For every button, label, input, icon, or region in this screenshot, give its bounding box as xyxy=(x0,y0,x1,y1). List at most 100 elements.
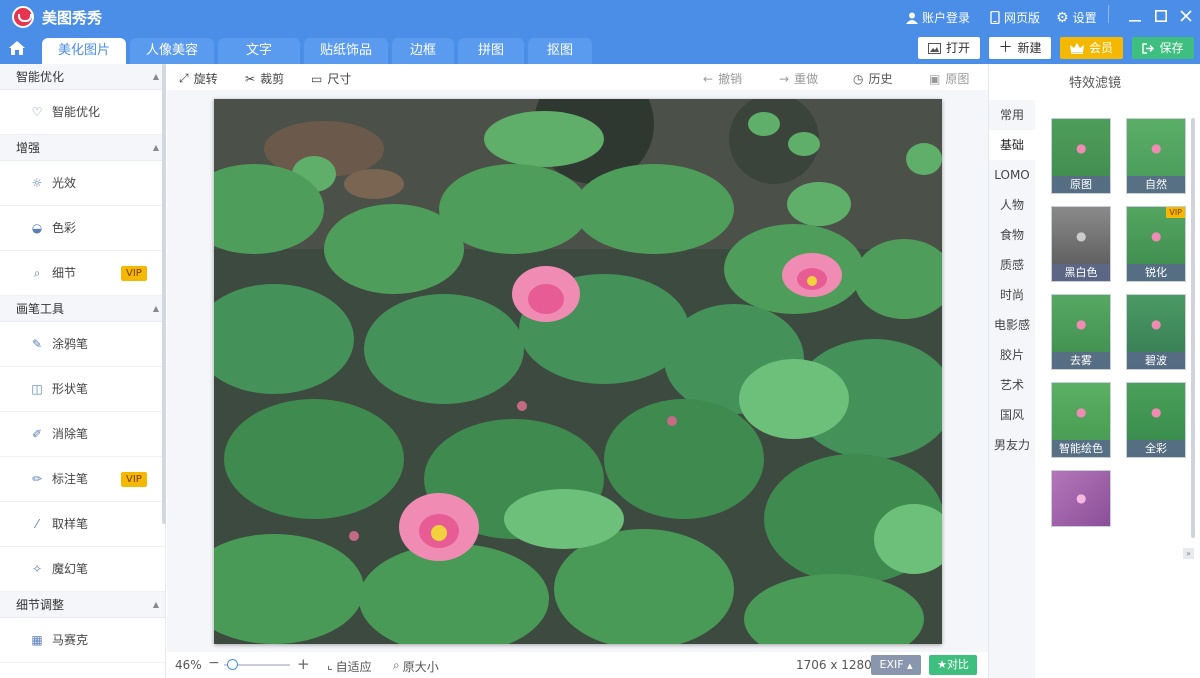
filter-category[interactable]: 人物 xyxy=(989,190,1035,220)
filter-thumb[interactable]: ● 碧波 xyxy=(1126,294,1186,370)
tab-collage[interactable]: 拼图 xyxy=(458,38,524,64)
sidebar-item-mosaic[interactable]: ▦ 马赛克 xyxy=(0,618,165,663)
compare-label: 对比 xyxy=(946,658,969,671)
minimize-button[interactable] xyxy=(1124,6,1146,28)
actual-size-label: 原大小 xyxy=(402,660,439,674)
filter-thumb[interactable]: ● 自然 xyxy=(1126,118,1186,194)
filter-category[interactable]: LOMO xyxy=(989,160,1035,190)
exif-button[interactable]: EXIF ▲ xyxy=(871,655,921,675)
item-label: 消除笔 xyxy=(52,426,89,441)
maximize-button[interactable] xyxy=(1150,6,1172,28)
history-button[interactable]: ◷ 历史 xyxy=(853,70,893,87)
collapse-icon[interactable]: ▲ xyxy=(153,592,159,618)
sidebar-item-detail[interactable]: ⌕ 细节 VIP xyxy=(0,251,165,296)
filter-thumb[interactable]: ● 全彩 xyxy=(1126,382,1186,458)
filter-category[interactable]: 质感 xyxy=(989,250,1035,280)
zoom-slider-handle[interactable] xyxy=(227,659,238,670)
title-bar: 美图秀秀 账户登录 网页版 ⚙ 设置 xyxy=(0,0,1200,34)
section-enhance[interactable]: 增强 ▲ xyxy=(0,135,165,161)
item-label: 细节 xyxy=(52,265,77,280)
close-button[interactable] xyxy=(1175,6,1197,28)
image-icon xyxy=(927,42,941,54)
eraser-icon: ✐ xyxy=(31,427,43,441)
filter-category[interactable]: 艺术 xyxy=(989,370,1035,400)
tab-portrait[interactable]: 人像美容 xyxy=(130,38,214,64)
filter-label: 智能绘色 xyxy=(1052,440,1110,457)
sidebar-item-light[interactable]: ☼ 光效 xyxy=(0,161,165,206)
new-button[interactable]: ＋ 新建 xyxy=(989,37,1051,59)
zoom-in-button[interactable]: + xyxy=(297,655,310,673)
filter-category[interactable]: 胶片 xyxy=(989,340,1035,370)
edit-toolbar: ⤢ 旋转 ✂ 裁剪 ▭ 尺寸 ← 撤销 → 重做 ◷ 历史 ▣ 原图 xyxy=(167,64,988,90)
left-sidebar: 智能优化 ▲ ♡ 智能优化 增强 ▲ ☼ 光效 ◒ 色彩 ⌕ 细节 VIP 画笔工具 ▲ ✎ 涂鸦… xyxy=(0,64,166,678)
sidebar-item-sampler[interactable]: ⁄ 取样笔 xyxy=(0,502,165,547)
tab-stickers[interactable]: 贴纸饰品 xyxy=(304,38,388,64)
sidebar-item-scribble[interactable]: ✎ 涂鸦笔 xyxy=(0,322,165,367)
fit-button[interactable]: ⌞ 自适应 xyxy=(327,658,372,675)
original-button[interactable]: ▣ 原图 xyxy=(929,70,969,87)
filter-label: 全彩 xyxy=(1127,440,1185,457)
undo-icon: ← xyxy=(703,71,714,86)
tab-frames[interactable]: 边框 xyxy=(392,38,454,64)
filter-category[interactable]: 电影感 xyxy=(989,310,1035,340)
size-button[interactable]: ▭ 尺寸 xyxy=(311,70,351,87)
filter-thumb[interactable]: ● 去雾 xyxy=(1051,294,1111,370)
filter-category[interactable]: 常用 xyxy=(989,100,1035,130)
rotate-label: 旋转 xyxy=(193,72,218,86)
filter-thumb[interactable]: ● 黑白色 xyxy=(1051,206,1111,282)
undo-label: 撤销 xyxy=(718,72,743,86)
section-detail-adjust[interactable]: 细节调整 ▲ xyxy=(0,592,165,618)
filter-category[interactable]: 男友力 xyxy=(989,430,1035,460)
collapse-icon[interactable]: ▲ xyxy=(153,135,159,161)
rotate-button[interactable]: ⤢ 旋转 xyxy=(179,70,218,87)
sidebar-item-smart-optimize[interactable]: ♡ 智能优化 xyxy=(0,90,165,135)
tab-text[interactable]: 文字 xyxy=(218,38,300,64)
save-button[interactable]: 保存 xyxy=(1132,37,1194,59)
image-icon: ▣ xyxy=(929,71,941,86)
settings-link[interactable]: ⚙ 设置 xyxy=(1056,9,1097,26)
item-label: 魔幻笔 xyxy=(52,561,89,576)
collapse-icon[interactable]: » xyxy=(1183,548,1194,559)
open-button[interactable]: 打开 xyxy=(918,37,980,59)
filter-category[interactable]: 时尚 xyxy=(989,280,1035,310)
web-version-link[interactable]: 网页版 xyxy=(990,9,1040,26)
sidebar-item-annotate[interactable]: ✏ 标注笔 VIP xyxy=(0,457,165,502)
filter-thumb[interactable]: ● xyxy=(1051,470,1111,527)
filter-category[interactable]: 食物 xyxy=(989,220,1035,250)
filter-thumb[interactable]: ● 原图 xyxy=(1051,118,1111,194)
filter-category[interactable]: 国风 xyxy=(989,400,1035,430)
login-link[interactable]: 账户登录 xyxy=(906,9,970,26)
filter-thumb[interactable]: ● VIP 锐化 xyxy=(1126,206,1186,282)
filters-scrollbar[interactable] xyxy=(1191,118,1195,538)
collapse-icon[interactable]: ▲ xyxy=(153,64,159,90)
section-title: 智能优化 xyxy=(16,70,65,84)
vip-button[interactable]: 会员 xyxy=(1060,37,1123,59)
home-icon[interactable] xyxy=(8,40,28,58)
sidebar-item-eraser[interactable]: ✐ 消除笔 xyxy=(0,412,165,457)
caret-up-icon: ▲ xyxy=(907,662,913,670)
tab-beautify[interactable]: 美化图片 xyxy=(42,38,126,64)
zoom-out-button[interactable]: − xyxy=(208,655,220,671)
section-smart-optimize[interactable]: 智能优化 ▲ xyxy=(0,64,165,90)
vip-badge: VIP xyxy=(121,472,147,487)
filter-thumb[interactable]: ● 智能绘色 xyxy=(1051,382,1111,458)
scribble-icon: ✎ xyxy=(31,337,43,351)
magnifier-icon: ⌕ xyxy=(33,266,41,280)
collapse-icon[interactable]: ▲ xyxy=(153,296,159,322)
app-logo-icon xyxy=(12,6,34,28)
actual-size-button[interactable]: ⌕ 原大小 xyxy=(393,658,439,675)
undo-button[interactable]: ← 撤销 xyxy=(703,70,742,87)
tab-cutout[interactable]: 抠图 xyxy=(528,38,592,64)
new-label: 新建 xyxy=(1017,41,1042,55)
sidebar-item-shape[interactable]: ◫ 形状笔 xyxy=(0,367,165,412)
redo-button[interactable]: → 重做 xyxy=(779,70,818,87)
sun-icon: ☼ xyxy=(31,176,43,190)
sidebar-item-color[interactable]: ◒ 色彩 xyxy=(0,206,165,251)
filter-category-active[interactable]: 基础 xyxy=(989,130,1035,160)
section-brush-tools[interactable]: 画笔工具 ▲ xyxy=(0,296,165,322)
lotus-photo[interactable] xyxy=(214,99,942,644)
compare-button[interactable]: ★对比 xyxy=(929,655,977,675)
sidebar-item-magic[interactable]: ✧ 魔幻笔 xyxy=(0,547,165,592)
sidebar-scrollbar[interactable] xyxy=(162,64,166,524)
crop-button[interactable]: ✂ 裁剪 xyxy=(245,70,284,87)
